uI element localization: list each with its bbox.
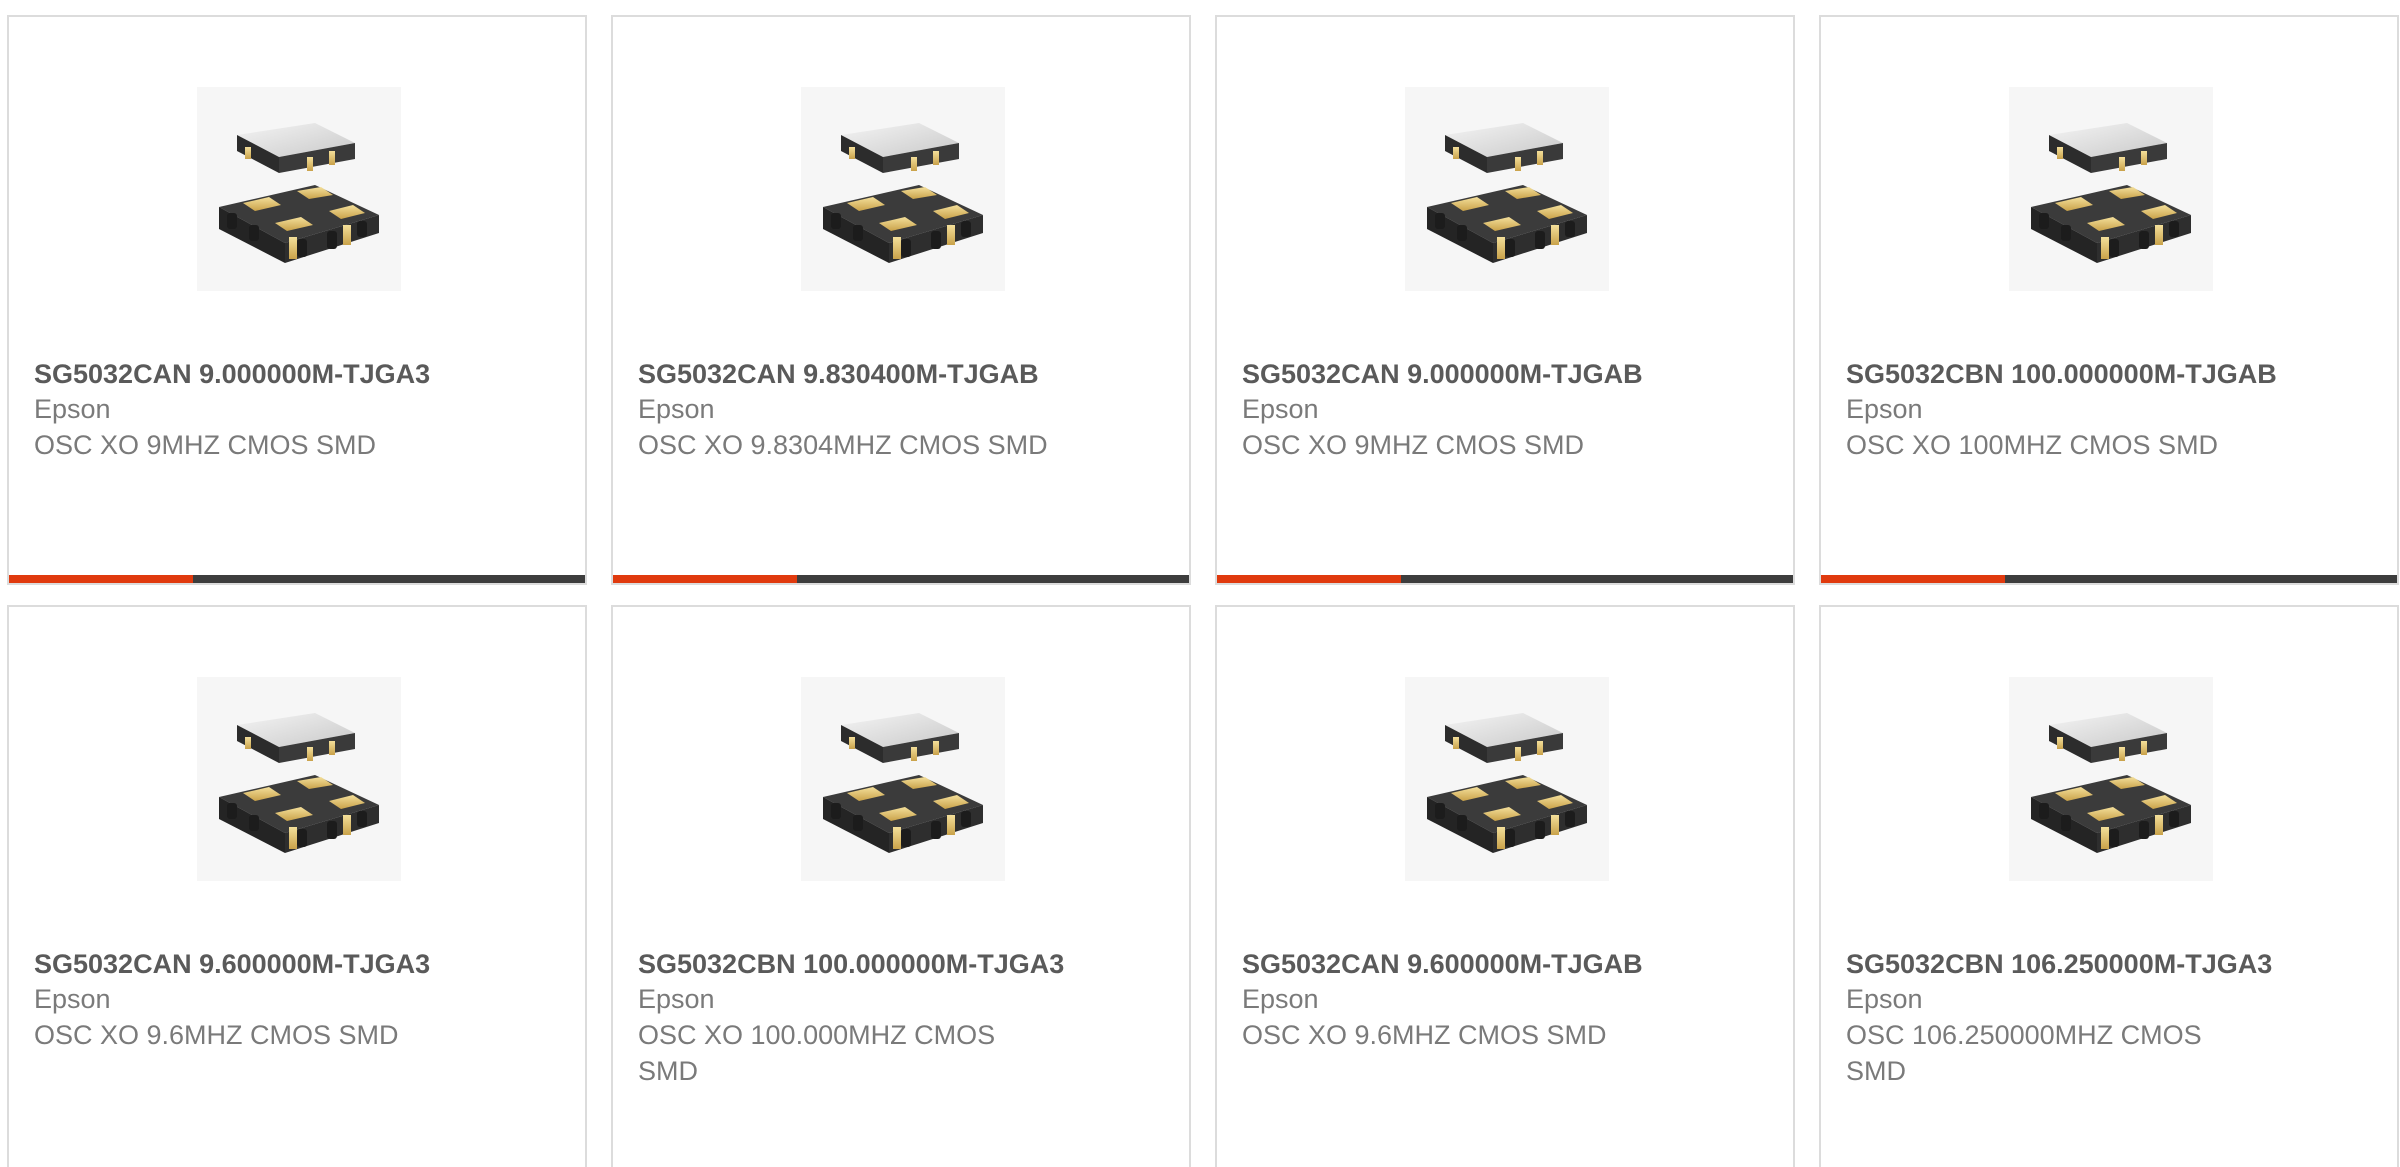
product-info: SG5032CBN 100.000000M-TJGAB Epson OSC XO… (1846, 357, 2286, 463)
manufacturer: Epson (1242, 394, 1319, 424)
description: OSC XO 9.6MHZ CMOS SMD (34, 1020, 399, 1050)
progress-fill (1821, 575, 2006, 583)
oscillator-chip-image[interactable] (197, 87, 401, 291)
oscillator-chip-image[interactable] (2009, 87, 2213, 291)
oscillator-chip-image[interactable] (2009, 677, 2213, 881)
product-card[interactable]: SG5032CAN 9.830400M-TJGAB Epson OSC XO 9… (611, 15, 1191, 585)
product-info: SG5032CAN 9.600000M-TJGAB Epson OSC XO 9… (1242, 947, 1682, 1053)
oscillator-chip-image[interactable] (801, 677, 1005, 881)
oscillator-chip-image[interactable] (1405, 87, 1609, 291)
oscillator-chip-image[interactable] (801, 87, 1005, 291)
product-info: SG5032CBN 106.250000M-TJGA3 Epson OSC 10… (1846, 947, 2286, 1089)
progress-bar (613, 575, 1189, 583)
product-card[interactable]: SG5032CBN 106.250000M-TJGA3 Epson OSC 10… (1819, 605, 2399, 1167)
oscillator-chip-image[interactable] (197, 677, 401, 881)
part-number[interactable]: SG5032CBN 100.000000M-TJGAB (1846, 357, 2286, 391)
part-number[interactable]: SG5032CAN 9.000000M-TJGA3 (34, 357, 474, 391)
progress-fill (9, 575, 194, 583)
product-info: SG5032CAN 9.000000M-TJGAB Epson OSC XO 9… (1242, 357, 1682, 463)
part-number[interactable]: SG5032CAN 9.600000M-TJGA3 (34, 947, 474, 981)
product-card[interactable]: SG5032CAN 9.000000M-TJGAB Epson OSC XO 9… (1215, 15, 1795, 585)
product-card[interactable]: SG5032CAN 9.000000M-TJGA3 Epson OSC XO 9… (7, 15, 587, 585)
part-number[interactable]: SG5032CBN 100.000000M-TJGA3 (638, 947, 1078, 981)
progress-bar (9, 575, 585, 583)
description: OSC XO 100MHZ CMOS SMD (1846, 430, 2219, 460)
description: OSC XO 9MHZ CMOS SMD (1242, 430, 1585, 460)
manufacturer: Epson (1242, 984, 1319, 1014)
part-number[interactable]: SG5032CAN 9.600000M-TJGAB (1242, 947, 1682, 981)
description: OSC 106.250000MHZ CMOS SMD (1846, 1020, 2202, 1086)
manufacturer: Epson (1846, 984, 1923, 1014)
description: OSC XO 9MHZ CMOS SMD (34, 430, 377, 460)
manufacturer: Epson (34, 984, 111, 1014)
progress-bar (1821, 575, 2397, 583)
manufacturer: Epson (638, 394, 715, 424)
manufacturer: Epson (1846, 394, 1923, 424)
part-number[interactable]: SG5032CAN 9.830400M-TJGAB (638, 357, 1078, 391)
product-info: SG5032CAN 9.000000M-TJGA3 Epson OSC XO 9… (34, 357, 474, 463)
manufacturer: Epson (34, 394, 111, 424)
description: OSC XO 9.6MHZ CMOS SMD (1242, 1020, 1607, 1050)
oscillator-chip-image[interactable] (1405, 677, 1609, 881)
part-number[interactable]: SG5032CBN 106.250000M-TJGA3 (1846, 947, 2286, 981)
description: OSC XO 100.000MHZ CMOS SMD (638, 1020, 996, 1086)
product-grid: SG5032CAN 9.000000M-TJGA3 Epson OSC XO 9… (0, 0, 2400, 1167)
product-info: SG5032CAN 9.830400M-TJGAB Epson OSC XO 9… (638, 357, 1078, 463)
product-card[interactable]: SG5032CAN 9.600000M-TJGA3 Epson OSC XO 9… (7, 605, 587, 1167)
progress-fill (1217, 575, 1402, 583)
part-number[interactable]: SG5032CAN 9.000000M-TJGAB (1242, 357, 1682, 391)
manufacturer: Epson (638, 984, 715, 1014)
product-card[interactable]: SG5032CBN 100.000000M-TJGAB Epson OSC XO… (1819, 15, 2399, 585)
description: OSC XO 9.8304MHZ CMOS SMD (638, 430, 1048, 460)
product-info: SG5032CBN 100.000000M-TJGA3 Epson OSC XO… (638, 947, 1078, 1089)
product-info: SG5032CAN 9.600000M-TJGA3 Epson OSC XO 9… (34, 947, 474, 1053)
progress-fill (613, 575, 798, 583)
progress-bar (1217, 575, 1793, 583)
product-card[interactable]: SG5032CAN 9.600000M-TJGAB Epson OSC XO 9… (1215, 605, 1795, 1167)
product-card[interactable]: SG5032CBN 100.000000M-TJGA3 Epson OSC XO… (611, 605, 1191, 1167)
